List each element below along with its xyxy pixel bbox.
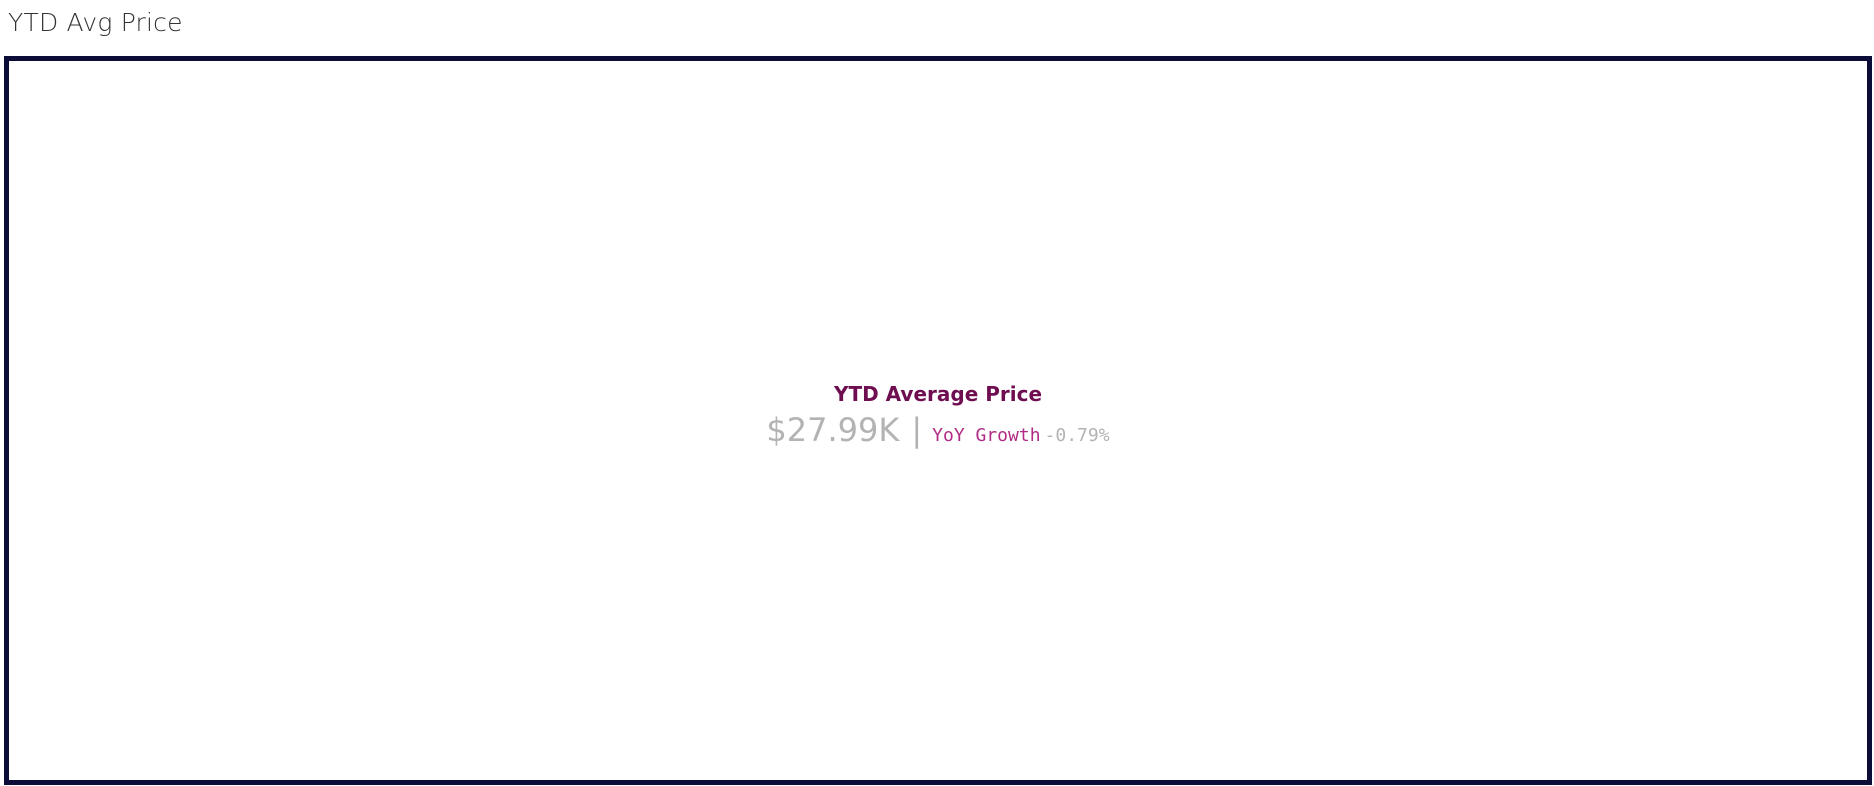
yoy-growth-value: -0.79% xyxy=(1044,425,1110,446)
kpi-value-line: $27.99K | YoY Growth -0.79% xyxy=(766,411,1109,449)
kpi-viz-container[interactable]: YTD Average Price $27.99K | YoY Growth -… xyxy=(4,56,1872,785)
dashboard-page: YTD Avg Price YTD Average Price $27.99K … xyxy=(0,0,1874,786)
kpi-value: $27.99K xyxy=(766,411,900,449)
kpi-title: YTD Average Price xyxy=(833,382,1043,406)
kpi-card: YTD Average Price $27.99K | YoY Growth -… xyxy=(9,381,1867,449)
yoy-growth-label: YoY Growth xyxy=(932,425,1041,446)
sheet-title: YTD Avg Price xyxy=(8,8,183,37)
kpi-separator: | xyxy=(911,411,923,449)
